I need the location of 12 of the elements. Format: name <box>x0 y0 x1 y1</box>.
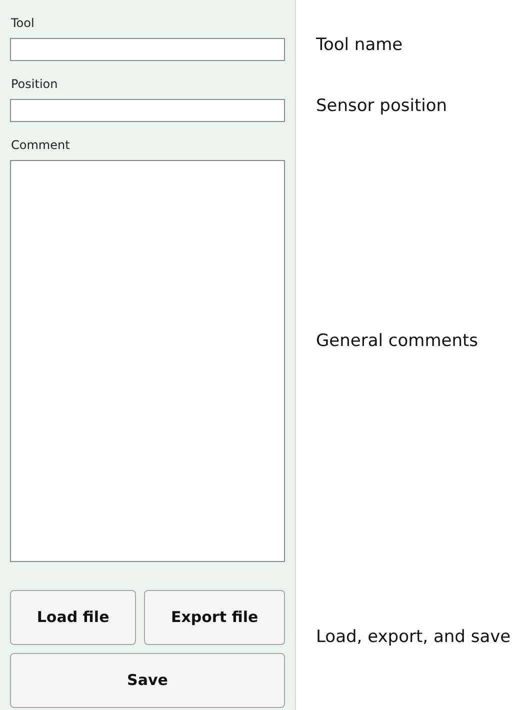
annotation-text: General comments <box>315 330 478 354</box>
field-label: Comment <box>11 137 70 154</box>
action-button[interactable]: Save <box>10 653 285 708</box>
text-field[interactable] <box>10 99 285 122</box>
field-label: Position <box>11 76 58 93</box>
text-field[interactable] <box>10 38 285 61</box>
annotation-text: Load, export, and save <box>315 626 511 650</box>
action-button[interactable]: Export file <box>144 590 286 645</box>
action-button[interactable]: Load file <box>10 590 136 645</box>
annotation-text: Sensor position <box>315 94 448 118</box>
field-label: Tool <box>11 15 34 32</box>
annotation-text: Tool name <box>315 34 403 56</box>
